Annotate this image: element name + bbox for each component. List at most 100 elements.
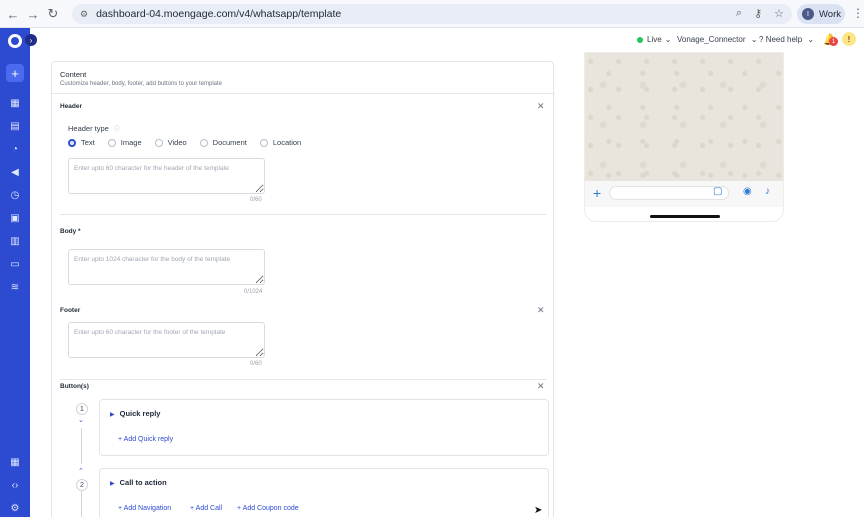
footer-char-counter: 0/60 <box>250 361 262 367</box>
profile-button[interactable]: I Work <box>797 4 845 24</box>
address-bar[interactable]: ⚙ dashboard-04.moengage.com/v4/whatsapp/… <box>72 4 792 24</box>
chat-wallpaper <box>585 53 783 181</box>
add-quick-reply-button[interactable]: + Add Quick reply <box>118 436 173 443</box>
body-text-input[interactable] <box>68 249 265 285</box>
notifications-bell-icon[interactable]: 🔔 1 <box>823 33 838 46</box>
code-icon[interactable]: ‹› <box>9 479 21 491</box>
radio-unselected[interactable] <box>154 138 163 147</box>
left-nav-rail: › + ▦ ▤ ◔ ◀ ◷ ▣ ▥ ▭ ≋ ▦ ‹› ⚙ <box>0 28 37 517</box>
footer-text-input[interactable] <box>68 322 265 358</box>
radio-document[interactable]: Document <box>199 138 247 147</box>
mouse-cursor-icon: ➤ <box>534 505 543 516</box>
buttons-section-label: Button(s) <box>60 383 89 390</box>
flows-icon[interactable]: ◷ <box>9 189 21 201</box>
radio-selected[interactable] <box>68 138 76 147</box>
step-connector <box>81 428 82 464</box>
live-status-dot <box>637 36 643 43</box>
header-section-label: Header <box>60 103 83 110</box>
help-icon: ? <box>759 35 764 44</box>
more-menu-icon[interactable]: ⋮ <box>852 6 864 20</box>
star-icon[interactable]: ☆ <box>774 7 784 20</box>
close-icon[interactable]: ✕ <box>537 381 545 392</box>
call-to-action-block: ▶ Call to action + Add Navigation + Add C… <box>99 468 549 517</box>
radio-unselected[interactable] <box>199 138 208 147</box>
chevron-down-icon: ⌄ <box>750 35 758 44</box>
header-text-input[interactable] <box>68 158 265 194</box>
body-section-label: Body * <box>60 228 81 235</box>
browser-toolbar: ← → ↻ ⚙ dashboard-04.moengage.com/v4/wha… <box>0 0 864 28</box>
header-type-label: Header type ⓘ <box>68 124 120 133</box>
dashboard-icon[interactable]: ▦ <box>9 97 21 109</box>
url-text: dashboard-04.moengage.com/v4/whatsapp/te… <box>96 8 342 20</box>
settings-gear-icon[interactable]: ⚙ <box>9 502 21 514</box>
chat-input-bar: + ▢ ◉ ♪ <box>585 181 783 207</box>
env-label: Live <box>647 35 662 44</box>
analytics-icon[interactable]: ▤ <box>9 120 21 132</box>
divider <box>52 93 555 94</box>
app-header: Live ⌄ Vonage_Connector ⌄ ? Need help ⌄ … <box>30 28 864 52</box>
header-type-radio-group: Text Image Video Document Location <box>68 138 314 147</box>
reload-icon[interactable]: ↻ <box>42 3 64 25</box>
content-title: Content <box>60 70 87 79</box>
add-coupon-code-button[interactable]: + Add Coupon code <box>237 505 299 512</box>
camera-icon: ◉ <box>743 186 752 197</box>
chevron-up-icon[interactable]: ⌃ <box>78 467 84 475</box>
profile-label: Work <box>819 8 841 20</box>
chevron-down-icon: ⌄ <box>664 35 672 44</box>
radio-image[interactable]: Image <box>107 138 142 147</box>
zoom-icon[interactable]: ⌕ <box>736 7 742 20</box>
footer-section-label: Footer <box>60 307 81 314</box>
radio-video[interactable]: Video <box>154 138 187 147</box>
users-icon[interactable]: ▣ <box>9 212 21 224</box>
key-icon[interactable]: ⚷ <box>754 7 762 20</box>
header-char-counter: 0/60 <box>250 197 262 203</box>
chevron-down-icon[interactable]: ⌄ <box>78 416 84 424</box>
chevron-down-icon: ⌄ <box>807 35 815 44</box>
radio-location[interactable]: Location <box>259 138 301 147</box>
content-icon[interactable]: ▥ <box>9 235 21 247</box>
connector-label: Vonage_Connector <box>677 35 746 44</box>
warning-icon[interactable]: ! <box>842 32 856 46</box>
logo-icon[interactable] <box>8 34 22 48</box>
step-number: 2 <box>76 479 88 491</box>
help-menu[interactable]: ? Need help ⌄ <box>759 35 814 44</box>
radio-text[interactable]: Text <box>68 138 95 147</box>
radio-unselected[interactable] <box>259 138 268 147</box>
notification-badge: 1 <box>829 37 838 46</box>
close-icon[interactable]: ✕ <box>537 305 545 316</box>
microphone-icon: ♪ <box>765 186 770 197</box>
message-field <box>609 186 729 200</box>
content-card: Content Customize header, body, footer, … <box>51 61 555 517</box>
campaign-icon[interactable]: ◀ <box>9 166 21 178</box>
caret-right-icon: ▶ <box>110 481 115 487</box>
add-call-button[interactable]: + Add Call <box>190 505 222 512</box>
data-icon[interactable]: ≋ <box>9 281 21 293</box>
site-info-icon[interactable]: ⚙ <box>80 9 88 20</box>
apps-icon[interactable]: ▦ <box>9 456 21 468</box>
content-subtitle: Customize header, body, footer, add butt… <box>60 81 222 87</box>
caret-right-icon: ▶ <box>110 412 115 418</box>
segment-icon[interactable]: ◔ <box>9 143 21 155</box>
close-icon[interactable]: ✕ <box>537 101 545 112</box>
create-button[interactable]: + <box>6 64 24 82</box>
home-indicator <box>650 215 720 218</box>
step-connector <box>81 491 82 517</box>
back-arrow-icon[interactable]: ← <box>2 3 24 25</box>
forward-arrow-icon[interactable]: → <box>22 3 44 25</box>
radio-unselected[interactable] <box>107 138 116 147</box>
attach-plus-icon: + <box>593 185 602 201</box>
whatsapp-preview: + ▢ ◉ ♪ <box>584 52 784 222</box>
step-number: 1 <box>76 403 88 415</box>
divider <box>60 379 547 380</box>
sticker-icon: ▢ <box>713 186 723 197</box>
quick-reply-toggle[interactable]: ▶ Quick reply <box>110 409 160 418</box>
add-navigation-button[interactable]: + Add Navigation <box>118 505 171 512</box>
env-selector[interactable]: Live ⌄ <box>637 35 671 44</box>
cards-icon[interactable]: ▭ <box>9 258 21 270</box>
avatar: I <box>802 8 814 20</box>
call-to-action-toggle[interactable]: ▶ Call to action <box>110 478 167 487</box>
body-char-counter: 0/1024 <box>244 289 263 295</box>
quick-reply-block: ▶ Quick reply + Add Quick reply <box>99 399 549 456</box>
divider <box>60 214 547 215</box>
connector-selector[interactable]: Vonage_Connector ⌄ <box>677 35 757 44</box>
